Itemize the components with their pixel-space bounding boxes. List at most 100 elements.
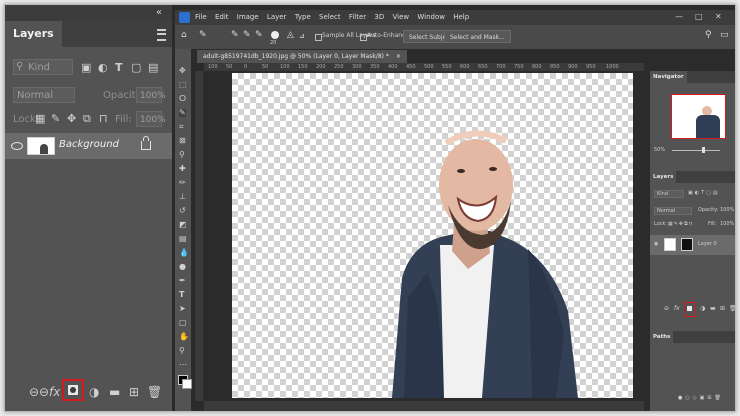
layer-row-background[interactable]: Background <box>5 133 172 159</box>
filter-kind-select[interactable]: ⚲ Kind <box>13 59 73 75</box>
right-delete-icon[interactable]: 🗑 <box>729 305 735 313</box>
zoom-tool-icon[interactable]: ⚲ <box>179 347 185 355</box>
more-tools-icon[interactable]: ⋯ <box>179 361 187 369</box>
menu-filter[interactable]: Filter <box>349 13 366 21</box>
add-selection-icon[interactable]: ✎ <box>243 30 251 40</box>
tab-layers[interactable]: Layers <box>5 21 62 47</box>
right-group-icon[interactable]: ▬ <box>710 305 716 313</box>
delete-layer-icon[interactable]: 🗑 <box>147 385 162 399</box>
crop-tool-icon[interactable]: ⌗ <box>179 123 184 131</box>
fill-field[interactable]: 100% <box>136 111 166 127</box>
pen-tool-icon[interactable]: ✒ <box>179 277 186 285</box>
path-selection-tool-icon[interactable]: ➤ <box>179 305 186 313</box>
adjustment-filter-icon[interactable]: ◐ <box>98 61 108 75</box>
menu-edit[interactable]: Edit <box>215 13 229 21</box>
right-blend-mode-select[interactable]: Normal <box>654 207 692 215</box>
lock-artboard-icon[interactable]: ⧉ <box>83 112 91 126</box>
navigator-thumbnail[interactable] <box>671 94 726 139</box>
auto-enhance-checkbox[interactable] <box>360 34 367 41</box>
eyedropper-tool-icon[interactable]: ⚲ <box>179 151 185 159</box>
lasso-tool-icon[interactable]: ⵔ <box>179 95 186 103</box>
menu-help[interactable]: Help <box>453 13 469 21</box>
menu-type[interactable]: Type <box>295 13 311 21</box>
panel-menu-icon[interactable] <box>157 29 166 41</box>
right-opacity-value[interactable]: 100% <box>720 207 734 214</box>
blur-tool-icon[interactable]: 💧 <box>179 249 189 257</box>
smart-object-filter-icon[interactable]: ▤ <box>148 61 158 75</box>
right-adjustment-icon[interactable]: ◑ <box>700 305 705 313</box>
right-layer-mask-thumbnail[interactable] <box>681 238 693 251</box>
brush-angle-icon[interactable]: ◬ <box>287 30 294 40</box>
adjustment-layer-icon[interactable]: ◑ <box>89 385 99 399</box>
layer-lock-icon[interactable] <box>141 136 151 150</box>
document-tab[interactable]: adult-g8519741db_1920.jpg @ 50% (Layer 0… <box>197 50 407 63</box>
navigator-slider-handle[interactable] <box>702 147 705 153</box>
type-filter-icon[interactable]: T <box>115 61 123 75</box>
new-layer-icon[interactable]: ⊞ <box>129 385 139 399</box>
right-layer-name[interactable]: Layer 0 <box>698 241 717 248</box>
dodge-tool-icon[interactable]: ● <box>179 263 186 271</box>
layer-name[interactable]: Background <box>59 139 119 150</box>
menu-view[interactable]: View <box>393 13 410 21</box>
right-filter-icons[interactable]: ▣◐T▢▤ <box>688 190 720 197</box>
sample-all-checkbox[interactable] <box>315 34 322 41</box>
right-link-icon[interactable]: ⊖ <box>664 305 669 313</box>
collapse-panels-button[interactable]: « <box>156 7 162 18</box>
navigator-zoom-slider[interactable] <box>672 150 720 151</box>
gradient-tool-icon[interactable]: ▤ <box>179 235 187 243</box>
new-group-icon[interactable]: ▬ <box>109 385 120 399</box>
navigator-zoom-value[interactable]: 50% <box>654 147 665 154</box>
tab-navigator[interactable]: Navigator <box>650 71 687 83</box>
right-layer-row[interactable]: ◉ Layer 0 <box>650 235 735 255</box>
menu-select[interactable]: Select <box>319 13 341 21</box>
menu-file[interactable]: File <box>195 13 207 21</box>
hand-tool-icon[interactable]: ✋ <box>179 333 189 341</box>
menu-layer[interactable]: Layer <box>267 13 287 21</box>
right-new-layer-icon[interactable]: ⊞ <box>720 305 725 313</box>
menu-image[interactable]: Image <box>237 13 259 21</box>
close-button[interactable]: ✕ <box>715 12 722 22</box>
quick-select-tool-icon[interactable]: ✎ <box>199 30 207 40</box>
right-fill-value[interactable]: 100% <box>720 221 734 228</box>
brush-preview-icon[interactable] <box>271 31 279 39</box>
marquee-tool-icon[interactable]: ⬚ <box>179 81 187 89</box>
tab-paths[interactable]: Paths <box>650 331 674 343</box>
right-fx-icon[interactable]: fx <box>674 305 680 313</box>
pixel-filter-icon[interactable]: ▣ <box>81 61 91 75</box>
document-canvas[interactable] <box>232 73 633 398</box>
pressure-icon[interactable]: ⊿ <box>299 32 305 40</box>
quick-selection-tool-icon[interactable]: ✎ <box>179 109 186 117</box>
add-layer-mask-button[interactable] <box>62 379 84 401</box>
frame-tool-icon[interactable]: ⊠ <box>179 137 186 145</box>
shape-filter-icon[interactable]: ▢ <box>131 61 141 75</box>
minimize-button[interactable]: — <box>675 12 683 22</box>
lock-position-icon[interactable]: ✥ <box>67 112 76 126</box>
maximize-button[interactable]: □ <box>695 12 703 22</box>
blend-mode-select[interactable]: Normal <box>13 87 75 103</box>
select-and-mask-button[interactable]: Select and Mask... <box>444 30 511 43</box>
right-filter-kind-select[interactable]: Kind <box>654 190 684 198</box>
lock-all-icon[interactable]: ⊓ <box>99 112 108 126</box>
healing-brush-tool-icon[interactable]: ✚ <box>179 165 186 173</box>
history-brush-tool-icon[interactable]: ↺ <box>179 207 186 215</box>
right-visibility-eye-icon[interactable]: ◉ <box>654 241 658 248</box>
rectangle-tool-icon[interactable]: ▢ <box>179 319 187 327</box>
lock-transparency-icon[interactable]: ▦ <box>35 112 45 126</box>
clone-stamp-tool-icon[interactable]: ⊥ <box>179 193 186 201</box>
menu-window[interactable]: Window <box>417 13 445 21</box>
visibility-eye-icon[interactable] <box>11 142 23 150</box>
move-tool-icon[interactable]: ✥ <box>179 67 186 75</box>
new-selection-icon[interactable]: ✎ <box>231 30 239 40</box>
paths-bottom-icons[interactable]: ●○◇▣⊞🗑 <box>678 395 724 402</box>
right-add-mask-button[interactable] <box>684 302 696 317</box>
menu-3d[interactable]: 3D <box>374 13 384 21</box>
lock-pixels-icon[interactable]: ✎ <box>51 112 60 126</box>
opacity-field[interactable]: 100% <box>136 87 166 103</box>
tab-right-layers[interactable]: Layers <box>650 171 677 183</box>
background-color-swatch[interactable] <box>182 379 192 389</box>
link-layers-icon[interactable]: ⊖⊖ <box>29 385 49 399</box>
brush-tool-icon[interactable]: ✏ <box>179 179 186 187</box>
fx-icon[interactable]: fx <box>49 385 60 399</box>
home-icon[interactable]: ⌂ <box>181 30 187 40</box>
eraser-tool-icon[interactable]: ◩ <box>179 221 187 229</box>
